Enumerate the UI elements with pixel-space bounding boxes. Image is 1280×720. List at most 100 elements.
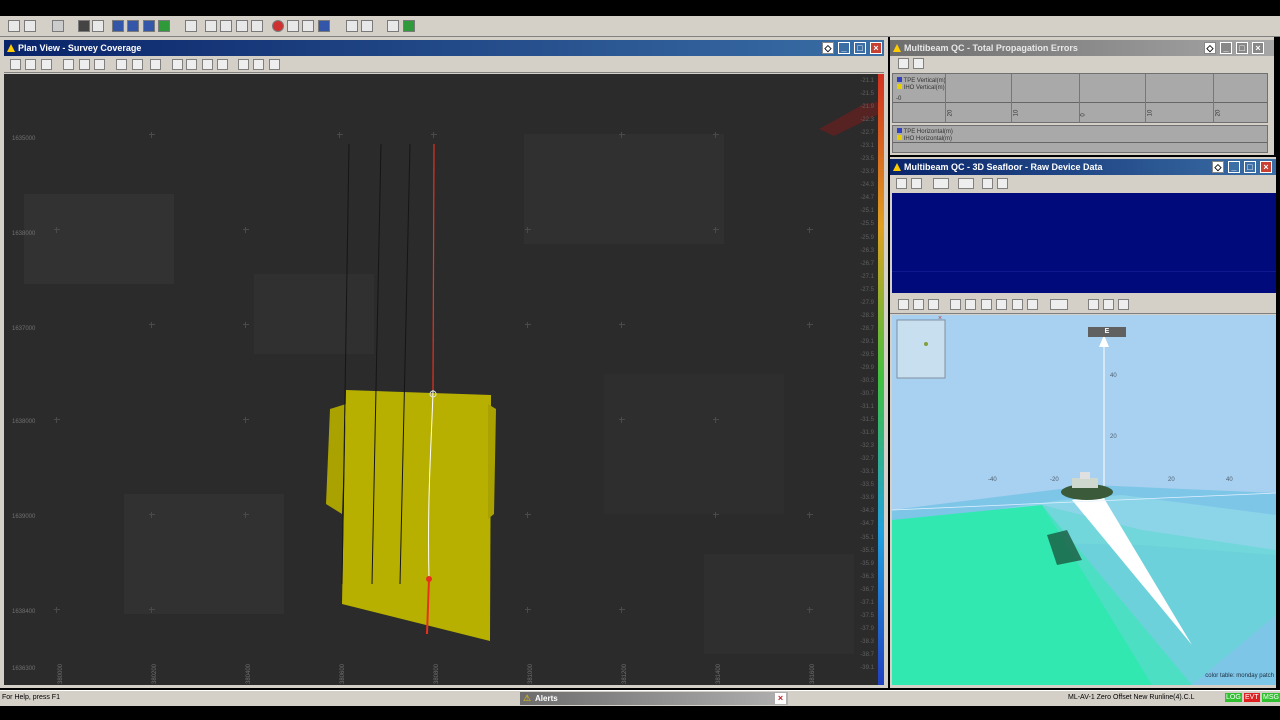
edit-icon[interactable] (92, 20, 104, 32)
alerts-panel[interactable]: ⚠ Alerts × (520, 692, 788, 705)
file-icon[interactable] (8, 20, 20, 32)
axis-label: 10 (1147, 109, 1154, 117)
open-icon[interactable] (24, 20, 36, 32)
zoom-out-icon[interactable] (25, 59, 36, 70)
minimize-button[interactable]: _ (1220, 42, 1232, 54)
tpe-vertical-legend: TPE Vertical(m) IHO Vertical(m) (897, 77, 946, 91)
refresh-icon[interactable] (1103, 299, 1114, 310)
overview-inset (896, 319, 946, 379)
undo-icon[interactable] (202, 59, 213, 70)
plan-view-titlebar[interactable]: Plan View - Survey Coverage ◇ _ □ × (4, 40, 884, 56)
close-alerts-button[interactable]: × (775, 693, 786, 704)
draw-icon[interactable] (94, 59, 105, 70)
tpe-window: Multibeam QC - Total Propagation Errors … (890, 37, 1274, 155)
maximize-button[interactable]: □ (1244, 161, 1256, 173)
zoom-out-icon[interactable] (913, 299, 924, 310)
x-label: 381400 (716, 663, 722, 684)
restore-icon[interactable]: ◇ (1212, 161, 1224, 173)
crosshair-icon[interactable] (996, 299, 1007, 310)
layers-icon[interactable] (238, 59, 249, 70)
close-button[interactable]: × (870, 42, 882, 54)
window-icon[interactable] (143, 20, 155, 32)
zoom-icon[interactable] (287, 20, 299, 32)
y-label: 1637000 (12, 326, 36, 332)
copy-icon[interactable] (1088, 299, 1099, 310)
3d-seafloor-view[interactable]: × E 40 20 -40 -20 20 40 color table: mon… (892, 315, 1276, 685)
close-button[interactable]: × (1260, 161, 1272, 173)
restore-icon[interactable]: ◇ (1204, 42, 1216, 54)
zoom-extent-icon[interactable] (41, 59, 52, 70)
maximize-button[interactable]: □ (1236, 42, 1248, 54)
stop-icon[interactable] (272, 20, 284, 32)
pan-icon[interactable] (186, 59, 197, 70)
color-menu-icon[interactable] (1050, 299, 1068, 310)
select-icon[interactable] (63, 59, 74, 70)
axis-label: 20 (947, 109, 954, 117)
waypoint-icon[interactable] (150, 59, 161, 70)
save-icon[interactable] (52, 20, 64, 32)
refresh-icon[interactable] (253, 59, 264, 70)
help-icon[interactable] (403, 20, 415, 32)
minimize-button[interactable]: _ (838, 42, 850, 54)
msg-indicator[interactable]: MSG (1262, 693, 1280, 702)
axis-label: 20 (1215, 109, 1222, 117)
y-label: 1638400 (12, 609, 36, 615)
globe-icon[interactable] (127, 20, 139, 32)
route-icon[interactable] (132, 59, 143, 70)
zoom-in-icon[interactable] (898, 299, 909, 310)
restore-icon[interactable]: ◇ (822, 42, 834, 54)
grid-icon[interactable] (981, 299, 992, 310)
layer-menu-icon[interactable] (958, 178, 974, 189)
depth-scale-label: -27.9 (860, 299, 874, 306)
tpe-titlebar[interactable]: Multibeam QC - Total Propagation Errors … (890, 40, 1274, 56)
close-inset-icon[interactable]: × (936, 315, 944, 323)
rotate-icon[interactable] (950, 299, 961, 310)
3d-scene (892, 319, 1276, 685)
settings-icon[interactable] (205, 20, 217, 32)
zoom-out-icon[interactable] (911, 178, 922, 189)
evt-indicator[interactable]: EVT (1244, 693, 1260, 702)
grid-icon[interactable] (79, 59, 90, 70)
x-label: 380800 (434, 663, 440, 684)
plan-view-map[interactable]: 1635000 1638000 1637000 1638000 1639000 … (4, 74, 884, 685)
depth-scale-label: -23.5 (860, 156, 874, 163)
layers-icon[interactable] (185, 20, 197, 32)
zoom-in-icon[interactable] (896, 178, 907, 189)
export-icon[interactable] (269, 59, 280, 70)
minimize-button[interactable]: _ (1228, 161, 1240, 173)
grid-view-icon[interactable] (387, 20, 399, 32)
list-icon[interactable] (346, 20, 358, 32)
cascade-icon[interactable] (236, 20, 248, 32)
measure-icon[interactable] (116, 59, 127, 70)
paste-icon[interactable] (997, 178, 1008, 189)
grid-icon[interactable] (158, 20, 170, 32)
paint-icon[interactable] (965, 299, 976, 310)
close-button[interactable]: × (1252, 42, 1264, 54)
chart-icon[interactable] (112, 20, 124, 32)
zoom-in-icon[interactable] (898, 58, 909, 69)
zoom-out-icon[interactable] (913, 58, 924, 69)
log-indicator[interactable]: LOG (1225, 693, 1242, 702)
view-menu-icon[interactable] (933, 178, 949, 189)
copy-icon[interactable] (982, 178, 993, 189)
redo-icon[interactable] (217, 59, 228, 70)
depth-scale-label: -26.3 (860, 247, 874, 254)
depth-scale-label: -34.7 (860, 521, 874, 528)
seafloor-titlebar[interactable]: Multibeam QC - 3D Seafloor - Raw Device … (890, 159, 1276, 175)
depth-scale-label: -21.5 (860, 91, 874, 98)
tile-icon[interactable] (220, 20, 232, 32)
zoom-in-icon[interactable] (10, 59, 21, 70)
zoom-box-icon[interactable] (928, 299, 939, 310)
maximize-button[interactable]: □ (854, 42, 866, 54)
ruler-icon[interactable] (1012, 299, 1023, 310)
pan-icon[interactable] (251, 20, 263, 32)
pointer-icon[interactable] (172, 59, 183, 70)
zoom-in-icon[interactable] (302, 20, 314, 32)
camera-icon[interactable] (1027, 299, 1038, 310)
depth-scale-label: -32.7 (860, 456, 874, 463)
axis-label: 40 (1110, 373, 1117, 379)
print-icon[interactable] (78, 20, 90, 32)
monitor-icon[interactable] (318, 20, 330, 32)
table-icon[interactable] (361, 20, 373, 32)
export-icon[interactable] (1118, 299, 1129, 310)
